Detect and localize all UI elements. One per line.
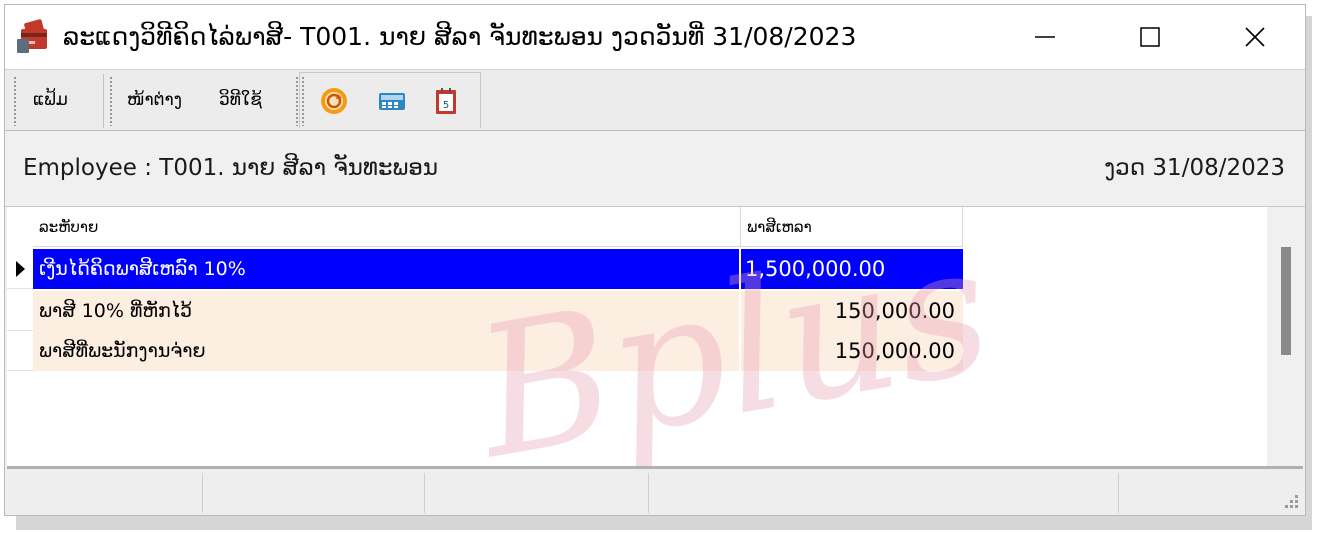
calendar-number: 5 <box>443 100 449 111</box>
window-title: ລະແດງວິທີຄິດໄລ່ພາສີ- T001. ນາຍ ສີລາ ຈັນທ… <box>63 22 857 51</box>
app-cards-icon <box>17 19 47 53</box>
cell-amount[interactable]: 1,500,000.00 <box>741 249 963 289</box>
scrollbar-thumb[interactable] <box>1281 247 1291 355</box>
menu-window[interactable]: ໜ້າຕ່າງ <box>127 88 182 112</box>
current-row-arrow-icon <box>16 261 25 277</box>
refresh-icon[interactable] <box>319 86 349 116</box>
row-indicator[interactable] <box>7 249 33 289</box>
cell-description[interactable]: ພາສີທີ່ພະນັກງານຈ່າຍ <box>33 331 739 371</box>
close-icon <box>1245 27 1265 47</box>
toolbar-grip[interactable] <box>109 76 113 126</box>
period-label: ງວດ 31/08/2023 <box>1104 155 1285 181</box>
toolbar-grip[interactable] <box>13 76 17 126</box>
table-row[interactable]: ພາສີ 10% ທີ່ຫັກໄວ້ 150,000.00 <box>7 291 963 331</box>
column-header-amount[interactable]: ພາສີເຫລາ <box>741 207 963 247</box>
cell-description[interactable]: ພາສີ 10% ທີ່ຫັກໄວ້ <box>33 291 739 331</box>
title-bar[interactable]: ລະແດງວິທີຄິດໄລ່ພາສີ- T001. ນາຍ ສີລາ ຈັນທ… <box>5 5 1305 69</box>
close-button[interactable] <box>1225 13 1285 61</box>
maximize-icon <box>1140 27 1160 47</box>
tax-grid[interactable]: ລະຫັບາຍ ພາສີເຫລາ ເງີນໄດ້ຄິດພາສີເຫລົາ 10%… <box>7 207 1303 469</box>
cell-description[interactable]: ເງີນໄດ້ຄິດພາສີເຫລົາ 10% <box>33 249 739 289</box>
employee-label: Employee : T001. ນາຍ ສີລາ ຈັນທະພອນ <box>23 155 439 181</box>
app-window: ລະແດງວິທີຄິດໄລ່ພາສີ- T001. ນາຍ ສີລາ ຈັນທ… <box>4 4 1306 516</box>
row-indicator[interactable] <box>7 291 33 331</box>
resize-grip-icon[interactable] <box>1281 493 1299 511</box>
status-panel <box>203 473 425 513</box>
minimize-icon <box>1035 36 1055 38</box>
calculator-icon[interactable] <box>377 86 407 116</box>
status-panel <box>649 473 1119 513</box>
employee-header: Employee : T001. ນາຍ ສີລາ ຈັນທະພອນ ງວດ 3… <box>5 131 1305 207</box>
table-row[interactable]: ພາສີທີ່ພະນັກງານຈ່າຍ 150,000.00 <box>7 331 963 371</box>
table-row[interactable]: ເງີນໄດ້ຄິດພາສີເຫລົາ 10% 1,500,000.00 <box>7 249 963 289</box>
status-bar <box>5 469 1305 515</box>
toolbar-separator <box>103 74 104 128</box>
minimize-button[interactable] <box>1015 13 1075 61</box>
vertical-scrollbar[interactable] <box>1267 207 1303 466</box>
cell-amount[interactable]: 150,000.00 <box>741 291 963 331</box>
status-panel <box>5 473 203 513</box>
menu-help[interactable]: ວິທີໃຊ້ <box>219 88 262 112</box>
status-panel <box>425 473 649 513</box>
column-header-description[interactable]: ລະຫັບາຍ <box>33 207 741 247</box>
cell-amount[interactable]: 150,000.00 <box>741 331 963 371</box>
menu-file[interactable]: ແຟ້ມ <box>33 88 68 112</box>
menu-toolbar: ແຟ້ມ ໜ້າຕ່າງ ວິທີໃຊ້ 5 <box>5 69 1305 131</box>
row-indicator[interactable] <box>7 331 33 371</box>
maximize-button[interactable] <box>1120 13 1180 61</box>
calendar-icon[interactable]: 5 <box>431 86 461 116</box>
